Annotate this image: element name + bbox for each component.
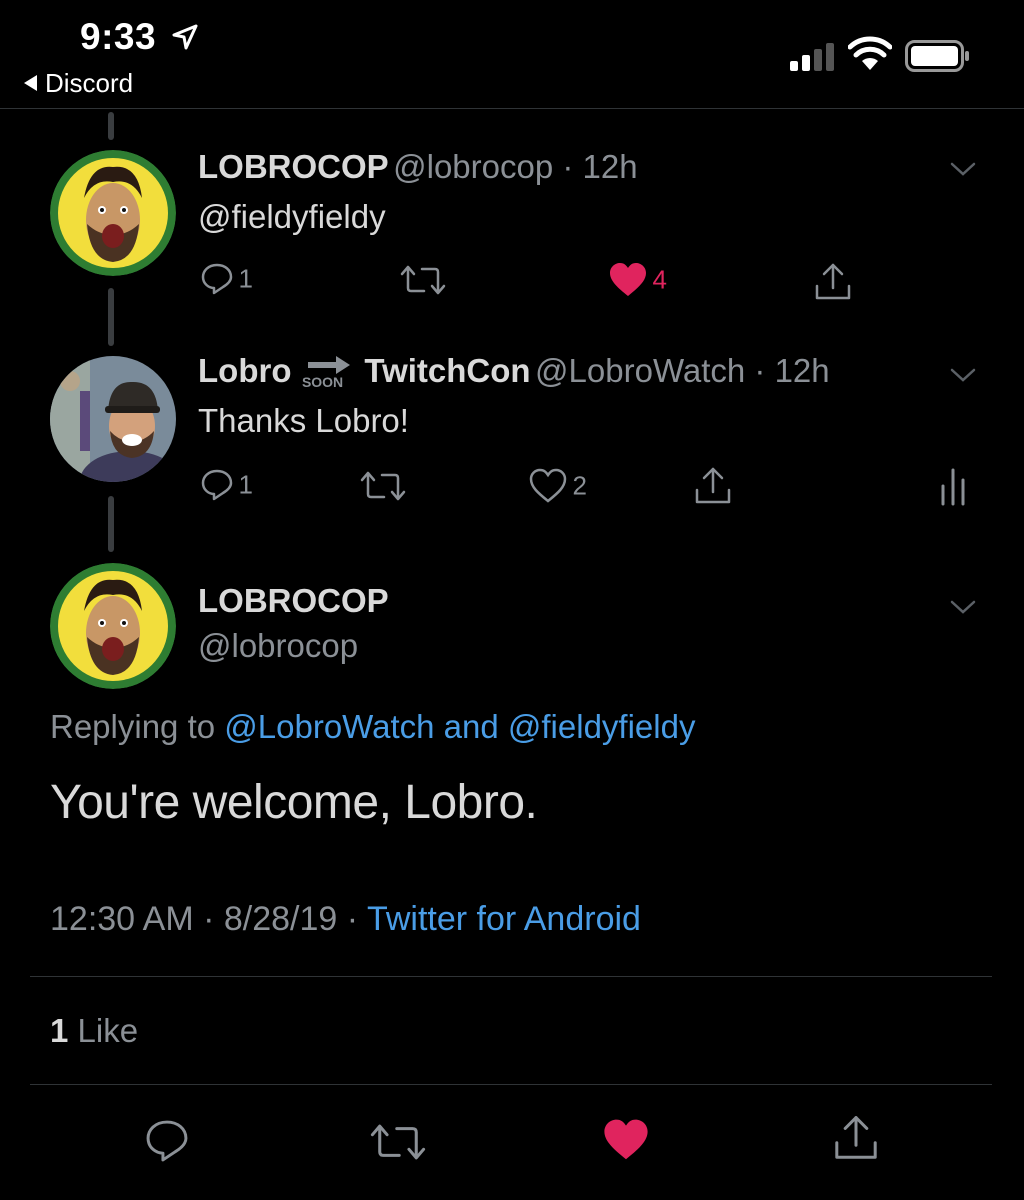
replying-and[interactable]: and [444, 708, 499, 745]
avatar[interactable] [50, 563, 176, 689]
tweet-source-link[interactable]: Twitter for Android [367, 900, 641, 938]
user-handle[interactable]: @lobrocop [393, 148, 553, 185]
share-icon[interactable] [832, 1114, 880, 1162]
thread-line [108, 496, 114, 552]
retweet-icon[interactable] [360, 470, 406, 502]
battery-icon [905, 40, 969, 72]
share-icon[interactable] [813, 262, 853, 302]
tweet-meta: 12:30 AM · 8/28/19 · Twitter for Android [50, 900, 641, 939]
replying-user-link[interactable]: @fieldyfieldy [508, 708, 696, 745]
reply-icon[interactable] [144, 1118, 190, 1164]
reply-count: 1 [238, 469, 253, 500]
main-tweet-avatar[interactable] [50, 563, 176, 689]
retweet-icon[interactable] [400, 264, 446, 296]
chevron-down-icon[interactable] [950, 368, 976, 382]
arrow-soon-emoji: SOON [301, 354, 354, 390]
tweet-time: 12:30 AM [50, 900, 194, 938]
thread-line [108, 112, 114, 140]
location-arrow-icon [172, 24, 198, 50]
likes-count: 1 [50, 1012, 69, 1049]
lobrocop-avatar-image [50, 563, 176, 689]
tweet-time: 12h [582, 148, 638, 185]
like-button[interactable]: 4 [608, 262, 667, 298]
user-handle[interactable]: @LobroWatch [535, 352, 745, 389]
tweet-2[interactable] [50, 356, 176, 482]
reply-icon [201, 469, 233, 501]
heart-icon[interactable] [602, 1118, 650, 1162]
reply-count: 1 [238, 263, 253, 294]
likes-label: Like [77, 1012, 139, 1049]
right-arrow-icon [307, 356, 350, 374]
tweet-time: 12h [774, 352, 830, 389]
status-divider [0, 108, 1024, 109]
replying-prefix: Replying to [50, 708, 216, 745]
share-icon[interactable] [693, 466, 733, 506]
like-count: 2 [572, 470, 587, 501]
reply-button[interactable]: 1 [200, 262, 253, 296]
heart-icon [529, 468, 567, 503]
back-arrow-icon [24, 75, 37, 92]
user-handle[interactable]: @lobrocop [198, 627, 358, 665]
reply-icon [201, 263, 233, 295]
tweet-1-header: LOBROCOP @lobrocop · 12h [198, 148, 638, 186]
analytics-icon[interactable] [940, 466, 966, 506]
tweet-text[interactable]: Thanks Lobro! [198, 402, 409, 440]
lobrowatch-avatar-image [50, 356, 176, 482]
avatar[interactable] [50, 356, 176, 482]
separator-dot: · [745, 352, 775, 389]
retweet-icon[interactable] [370, 1122, 426, 1162]
likes-summary[interactable]: 1 Like [50, 1012, 138, 1050]
display-name[interactable]: LOBROCOP [198, 148, 389, 185]
wifi-icon [848, 36, 892, 70]
divider [30, 1084, 992, 1085]
tweet-1[interactable] [50, 150, 176, 276]
display-name-part1[interactable]: Lobro [198, 352, 291, 389]
separator-dot: · [553, 148, 583, 185]
display-name[interactable]: LOBROCOP [198, 582, 389, 620]
like-count: 4 [652, 264, 667, 295]
back-app-label: Discord [45, 68, 134, 98]
tweet-date: 8/28/19 [223, 900, 338, 938]
soon-badge: SOON [301, 374, 344, 390]
replying-to: Replying to @LobroWatch and @fieldyfield… [50, 708, 695, 746]
divider [30, 976, 992, 977]
main-tweet-text: You're welcome, Lobro. [50, 776, 538, 829]
display-name-part2[interactable]: TwitchCon [364, 352, 530, 389]
like-button[interactable]: 2 [528, 468, 587, 504]
separator-dot: · [193, 900, 224, 938]
replying-user-link[interactable]: @LobroWatch [224, 708, 434, 745]
heart-icon [610, 263, 646, 296]
chevron-down-icon[interactable] [950, 162, 976, 176]
tweet-text[interactable]: @fieldyfieldy [198, 198, 386, 236]
lobrocop-avatar-image [50, 150, 176, 276]
back-to-app-button[interactable]: Discord [24, 68, 133, 99]
thread-line [108, 288, 114, 346]
tweet-2-header: Lobro SOON TwitchCon @LobroWatch · 12h [198, 352, 830, 390]
signal-icon [790, 43, 834, 71]
chevron-down-icon[interactable] [950, 600, 976, 614]
separator-dot: · [337, 900, 367, 938]
status-time: 9:33 [80, 16, 157, 57]
reply-button[interactable]: 1 [200, 468, 253, 502]
avatar[interactable] [50, 150, 176, 276]
